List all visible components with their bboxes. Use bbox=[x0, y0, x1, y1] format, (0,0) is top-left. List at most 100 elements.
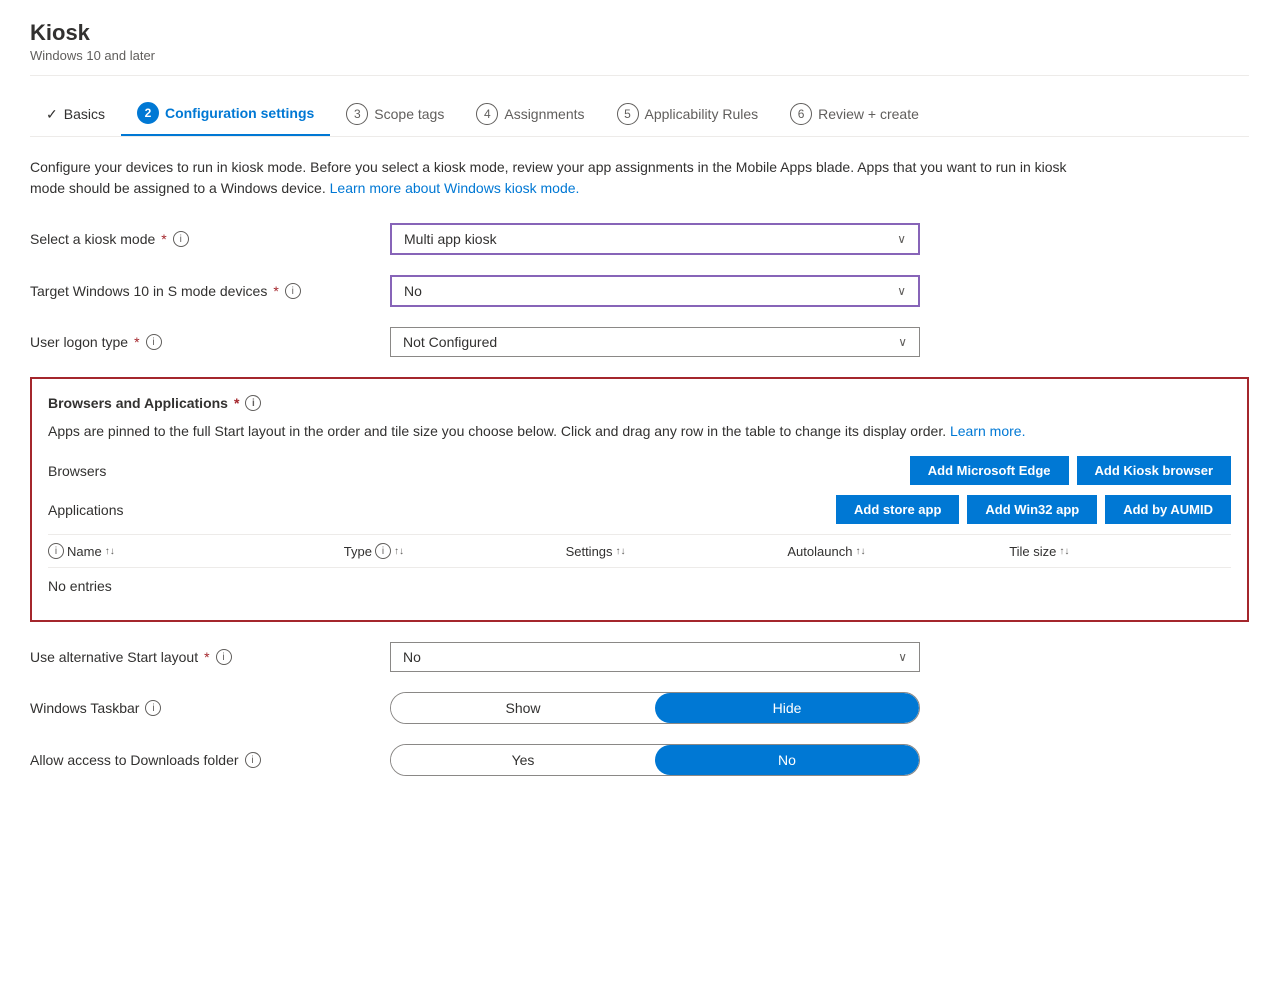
col-autolaunch-sort-icon[interactable]: ↑↓ bbox=[855, 546, 865, 557]
section-learn-more-link[interactable]: Learn more. bbox=[950, 423, 1025, 439]
alt-start-layout-dropdown[interactable]: No ∨ bbox=[390, 642, 920, 672]
target-windows-chevron: ∨ bbox=[897, 284, 906, 298]
alt-start-layout-label: Use alternative Start layout * i bbox=[30, 649, 390, 665]
user-logon-value: Not Configured bbox=[403, 334, 497, 350]
windows-taskbar-label: Windows Taskbar i bbox=[30, 700, 390, 716]
alt-start-layout-required: * bbox=[204, 649, 209, 665]
allow-downloads-label: Allow access to Downloads folder i bbox=[30, 752, 390, 768]
taskbar-hide-option[interactable]: Hide bbox=[655, 693, 919, 723]
step-3-number: 3 bbox=[346, 103, 368, 125]
wizard-step-basics[interactable]: ✓ Basics bbox=[30, 96, 121, 133]
page-subtitle: Windows 10 and later bbox=[30, 48, 1249, 63]
kiosk-mode-label-text: Select a kiosk mode bbox=[30, 231, 155, 247]
learn-more-link[interactable]: Learn more about Windows kiosk mode. bbox=[330, 180, 580, 196]
allow-downloads-row: Allow access to Downloads folder i Yes N… bbox=[30, 744, 1249, 776]
col-type-sort-icon[interactable]: ↑↓ bbox=[394, 546, 404, 557]
col-name-label: Name bbox=[67, 544, 102, 559]
target-windows-label: Target Windows 10 in S mode devices * i bbox=[30, 283, 390, 299]
wizard-step-scope[interactable]: 3 Scope tags bbox=[330, 93, 460, 135]
step-review-label: Review + create bbox=[818, 106, 919, 122]
user-logon-field-row: User logon type * i Not Configured ∨ bbox=[30, 327, 1249, 357]
col-header-settings: Settings ↑↓ bbox=[566, 544, 788, 559]
downloads-yes-option[interactable]: Yes bbox=[391, 745, 655, 775]
add-store-app-button[interactable]: Add store app bbox=[836, 495, 959, 524]
no-entries-text: No entries bbox=[48, 578, 112, 594]
step-6-number: 6 bbox=[790, 103, 812, 125]
step-configuration-label: Configuration settings bbox=[165, 105, 314, 121]
col-settings-label: Settings bbox=[566, 544, 613, 559]
add-win32-app-button[interactable]: Add Win32 app bbox=[967, 495, 1097, 524]
learn-more-text: Learn more about Windows kiosk mode. bbox=[330, 180, 580, 196]
add-by-aumid-button[interactable]: Add by AUMID bbox=[1105, 495, 1231, 524]
page-title: Kiosk bbox=[30, 20, 1249, 46]
windows-taskbar-label-text: Windows Taskbar bbox=[30, 700, 139, 716]
user-logon-chevron: ∨ bbox=[898, 335, 907, 349]
user-logon-dropdown[interactable]: Not Configured ∨ bbox=[390, 327, 920, 357]
col-name-info-icon[interactable]: i bbox=[48, 543, 64, 559]
col-type-label: Type bbox=[344, 544, 372, 559]
allow-downloads-info-icon[interactable]: i bbox=[245, 752, 261, 768]
user-logon-required: * bbox=[134, 334, 139, 350]
windows-taskbar-toggle[interactable]: Show Hide bbox=[390, 692, 920, 724]
target-windows-dropdown[interactable]: No ∨ bbox=[390, 275, 920, 307]
col-tilesize-sort-icon[interactable]: ↑↓ bbox=[1059, 546, 1069, 557]
col-header-type: Type i ↑↓ bbox=[344, 543, 566, 559]
step-5-number: 5 bbox=[617, 103, 639, 125]
browsers-apps-required: * bbox=[234, 395, 239, 411]
section-desc-text: Apps are pinned to the full Start layout… bbox=[48, 423, 946, 439]
no-entries-row: No entries bbox=[48, 568, 1231, 604]
target-windows-info-icon[interactable]: i bbox=[285, 283, 301, 299]
section-learn-more-text: Learn more. bbox=[950, 423, 1025, 439]
step-scope-label: Scope tags bbox=[374, 106, 444, 122]
user-logon-info-icon[interactable]: i bbox=[146, 334, 162, 350]
browsers-btn-group: Add Microsoft Edge Add Kiosk browser bbox=[910, 456, 1231, 485]
target-windows-label-text: Target Windows 10 in S mode devices bbox=[30, 283, 267, 299]
col-type-info-icon[interactable]: i bbox=[375, 543, 391, 559]
table-header: i Name ↑↓ Type i ↑↓ Settings ↑↓ Autolaun… bbox=[48, 534, 1231, 568]
browsers-apps-info-icon[interactable]: i bbox=[245, 395, 261, 411]
kiosk-mode-value: Multi app kiosk bbox=[404, 231, 497, 247]
alt-start-layout-value: No bbox=[403, 649, 421, 665]
browsers-row: Browsers Add Microsoft Edge Add Kiosk br… bbox=[48, 456, 1231, 485]
wizard-step-review[interactable]: 6 Review + create bbox=[774, 93, 935, 135]
wizard-step-assignments[interactable]: 4 Assignments bbox=[460, 93, 600, 135]
allow-downloads-label-text: Allow access to Downloads folder bbox=[30, 752, 239, 768]
alt-start-layout-label-text: Use alternative Start layout bbox=[30, 649, 198, 665]
add-microsoft-edge-button[interactable]: Add Microsoft Edge bbox=[910, 456, 1069, 485]
kiosk-mode-label: Select a kiosk mode * i bbox=[30, 231, 390, 247]
user-logon-label: User logon type * i bbox=[30, 334, 390, 350]
col-autolaunch-label: Autolaunch bbox=[787, 544, 852, 559]
wizard-step-configuration[interactable]: 2 Configuration settings bbox=[121, 92, 330, 136]
applications-label: Applications bbox=[48, 502, 208, 518]
target-windows-required: * bbox=[273, 283, 278, 299]
allow-downloads-toggle[interactable]: Yes No bbox=[390, 744, 920, 776]
alt-start-layout-field-row: Use alternative Start layout * i No ∨ bbox=[30, 642, 1249, 672]
applications-btn-group: Add store app Add Win32 app Add by AUMID bbox=[836, 495, 1231, 524]
kiosk-mode-field-row: Select a kiosk mode * i Multi app kiosk … bbox=[30, 223, 1249, 255]
target-windows-value: No bbox=[404, 283, 422, 299]
alt-start-layout-chevron: ∨ bbox=[898, 650, 907, 664]
add-kiosk-browser-button[interactable]: Add Kiosk browser bbox=[1077, 456, 1231, 485]
applications-row: Applications Add store app Add Win32 app… bbox=[48, 495, 1231, 524]
col-header-tilesize: Tile size ↑↓ bbox=[1009, 544, 1231, 559]
col-header-autolaunch: Autolaunch ↑↓ bbox=[787, 544, 1009, 559]
browsers-apps-header: Browsers and Applications * i bbox=[48, 395, 1231, 411]
col-name-sort-icon[interactable]: ↑↓ bbox=[105, 546, 115, 557]
downloads-no-option[interactable]: No bbox=[655, 745, 919, 775]
alt-start-layout-info-icon[interactable]: i bbox=[216, 649, 232, 665]
step-basics-label: Basics bbox=[64, 106, 105, 122]
taskbar-show-option[interactable]: Show bbox=[391, 693, 655, 723]
col-tilesize-label: Tile size bbox=[1009, 544, 1056, 559]
step-assignments-label: Assignments bbox=[504, 106, 584, 122]
check-icon: ✓ bbox=[46, 106, 58, 123]
step-4-number: 4 bbox=[476, 103, 498, 125]
kiosk-mode-info-icon[interactable]: i bbox=[173, 231, 189, 247]
configuration-description: Configure your devices to run in kiosk m… bbox=[30, 157, 1080, 199]
page-header: Kiosk Windows 10 and later bbox=[30, 20, 1249, 76]
step-2-number: 2 bbox=[137, 102, 159, 124]
wizard-step-applicability[interactable]: 5 Applicability Rules bbox=[601, 93, 775, 135]
kiosk-mode-dropdown[interactable]: Multi app kiosk ∨ bbox=[390, 223, 920, 255]
windows-taskbar-info-icon[interactable]: i bbox=[145, 700, 161, 716]
kiosk-mode-chevron: ∨ bbox=[897, 232, 906, 246]
col-settings-sort-icon[interactable]: ↑↓ bbox=[616, 546, 626, 557]
